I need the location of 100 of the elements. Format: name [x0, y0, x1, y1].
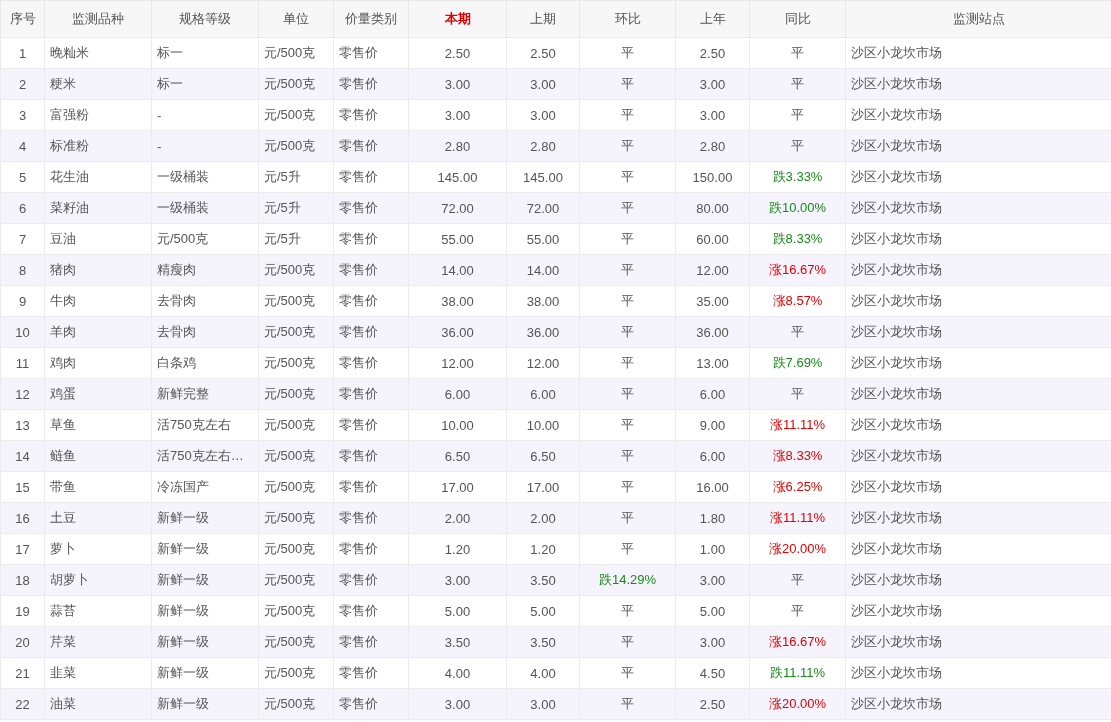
table-cell: 72.00: [408, 192, 507, 224]
column-header[interactable]: 上年: [675, 0, 750, 38]
table-cell: 零售价: [333, 130, 409, 162]
table-cell: 元/500克: [258, 378, 334, 410]
table-cell: 零售价: [333, 37, 409, 69]
trend-cell: 涨20.00%: [749, 688, 846, 720]
table-cell: 12.00: [675, 254, 750, 286]
trend-cell: 涨16.67%: [749, 626, 846, 658]
table-cell: 3.00: [506, 99, 580, 131]
table-cell: 55.00: [506, 223, 580, 255]
table-cell: 元/5升: [258, 161, 334, 193]
table-cell: 3.00: [408, 68, 507, 100]
table-cell: 10.00: [506, 409, 580, 441]
table-cell: 20: [0, 626, 45, 658]
table-cell: 元/500克: [151, 223, 259, 255]
table-cell: 新鲜一级: [151, 595, 259, 627]
table-cell: 零售价: [333, 99, 409, 131]
table-cell: 80.00: [675, 192, 750, 224]
table-cell: 3.00: [506, 688, 580, 720]
table-cell: 零售价: [333, 502, 409, 534]
table-cell: 元/500克: [258, 68, 334, 100]
column-header[interactable]: 环比: [579, 0, 676, 38]
trend-cell: 平: [579, 223, 676, 255]
table-cell: 6.00: [675, 378, 750, 410]
table-cell: 元/500克: [258, 347, 334, 379]
table-cell: 2: [0, 68, 45, 100]
column-header[interactable]: 本期: [408, 0, 507, 38]
table-cell: 零售价: [333, 595, 409, 627]
table-cell: 元/500克: [258, 657, 334, 689]
trend-cell: 平: [579, 161, 676, 193]
table-cell: 零售价: [333, 533, 409, 565]
table-cell: 粳米: [44, 68, 152, 100]
table-cell: 零售价: [333, 471, 409, 503]
trend-cell: 平: [579, 99, 676, 131]
table-cell: 18: [0, 564, 45, 596]
table-cell: 带鱼: [44, 471, 152, 503]
trend-cell: 平: [749, 316, 846, 348]
table-cell: 富强粉: [44, 99, 152, 131]
trend-cell: 平: [749, 378, 846, 410]
table-cell: 3.00: [675, 626, 750, 658]
column-header[interactable]: 监测品种: [44, 0, 152, 38]
table-cell: 新鲜一级: [151, 688, 259, 720]
table-cell: 2.50: [675, 688, 750, 720]
trend-cell: 平: [579, 378, 676, 410]
table-cell: 2.50: [408, 37, 507, 69]
table-cell: 11: [0, 347, 45, 379]
table-cell: 元/500克: [258, 502, 334, 534]
table-cell: 7: [0, 223, 45, 255]
table-cell: 新鲜完整: [151, 378, 259, 410]
table-cell: 2.50: [675, 37, 750, 69]
column-header[interactable]: 序号: [0, 0, 45, 38]
table-cell: 3.00: [408, 564, 507, 596]
table-cell: 花生油: [44, 161, 152, 193]
table-cell: 6.00: [675, 440, 750, 472]
table-cell: 14: [0, 440, 45, 472]
table-cell: 6.50: [408, 440, 507, 472]
column-header[interactable]: 规格等级: [151, 0, 259, 38]
trend-cell: 平: [579, 285, 676, 317]
table-cell: 元/500克: [258, 533, 334, 565]
table-cell: 4.50: [675, 657, 750, 689]
table-cell: 1.20: [408, 533, 507, 565]
table-cell: 1.20: [506, 533, 580, 565]
table-cell: 17.00: [408, 471, 507, 503]
table-cell: 新鲜一级: [151, 564, 259, 596]
column-header[interactable]: 同比: [749, 0, 846, 38]
column-header[interactable]: 监测站点: [845, 0, 1111, 38]
table-cell: 新鲜一级: [151, 626, 259, 658]
table-cell: 21: [0, 657, 45, 689]
table-cell: 新鲜一级: [151, 533, 259, 565]
table-cell: 4.00: [506, 657, 580, 689]
trend-cell: 平: [749, 99, 846, 131]
trend-cell: 涨8.57%: [749, 285, 846, 317]
table-cell: 35.00: [675, 285, 750, 317]
table-cell: 元/5升: [258, 192, 334, 224]
table-cell: 3.00: [408, 99, 507, 131]
table-cell: 9.00: [675, 409, 750, 441]
table-cell: 5: [0, 161, 45, 193]
table-cell: 6.00: [408, 378, 507, 410]
table-cell: 萝卜: [44, 533, 152, 565]
trend-cell: 平: [579, 595, 676, 627]
table-cell: 72.00: [506, 192, 580, 224]
table-cell: 元/500克: [258, 316, 334, 348]
table-cell: 6.00: [506, 378, 580, 410]
trend-cell: 跌14.29%: [579, 564, 676, 596]
table-cell: 145.00: [506, 161, 580, 193]
table-cell: 15: [0, 471, 45, 503]
table-cell: 活750克左右…: [151, 440, 259, 472]
column-header[interactable]: 单位: [258, 0, 334, 38]
table-cell: 3.00: [675, 564, 750, 596]
table-cell: 3.00: [506, 68, 580, 100]
table-cell: 17.00: [506, 471, 580, 503]
column-header[interactable]: 上期: [506, 0, 580, 38]
table-cell: 6.50: [506, 440, 580, 472]
table-cell: 元/500克: [258, 37, 334, 69]
table-cell: 冷冻国产: [151, 471, 259, 503]
table-cell: 2.00: [408, 502, 507, 534]
table-cell: 元/500克: [258, 595, 334, 627]
column-header[interactable]: 价量类别: [333, 0, 409, 38]
table-cell: 2.50: [506, 37, 580, 69]
table-cell: 标一: [151, 68, 259, 100]
